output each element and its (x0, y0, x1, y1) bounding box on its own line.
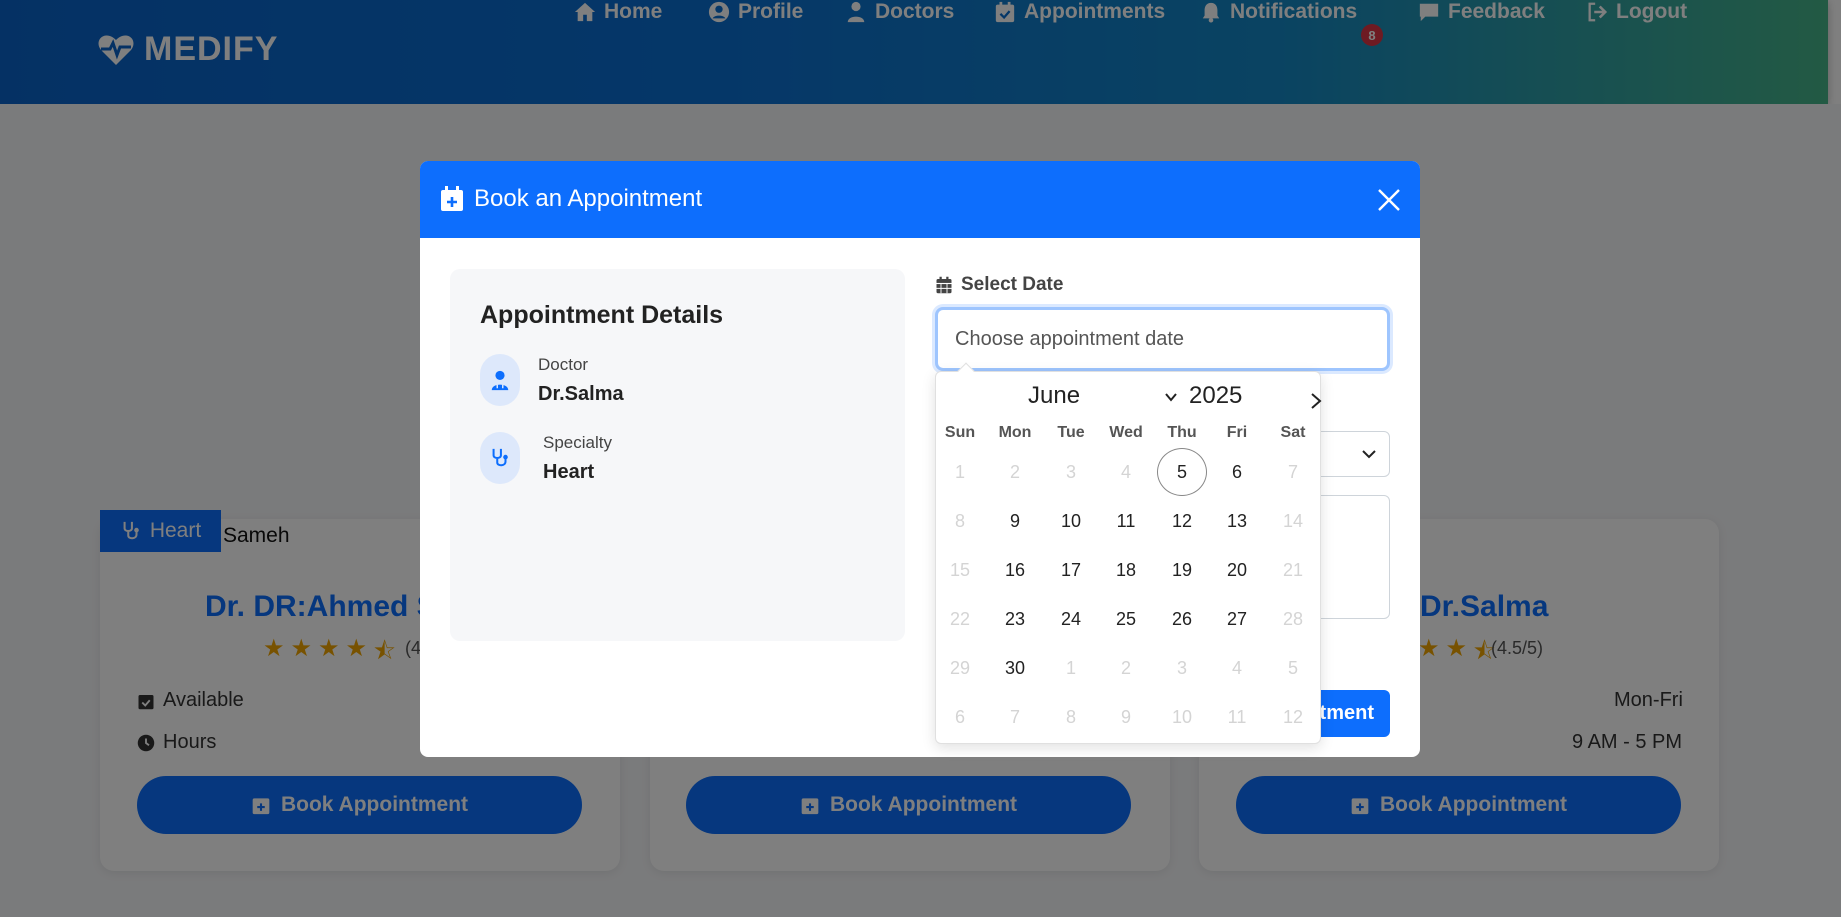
chevron-right-icon[interactable] (1308, 391, 1324, 411)
calendar-day[interactable]: 27 (1212, 595, 1262, 643)
calendar-day: 14 (1282, 510, 1304, 531)
weekday-header: Sat (1280, 424, 1306, 441)
calendar-day: 21 (1282, 559, 1304, 580)
close-button[interactable] (1376, 187, 1402, 213)
weekday-header: Tue (1057, 424, 1085, 441)
chevron-down-icon (1362, 450, 1376, 459)
calendar-day[interactable]: 13 (1212, 497, 1262, 545)
calendar-day: 5 (1287, 657, 1298, 678)
calendar-day[interactable]: 5 (1157, 448, 1207, 496)
calendar-day[interactable]: 9 (990, 497, 1040, 545)
calendar-day: 22 (949, 608, 971, 629)
modal-header: Book an Appointment (420, 161, 1420, 238)
calendar-day[interactable]: 6 (1212, 448, 1262, 496)
modal-title-text: Book an Appointment (474, 185, 703, 212)
calendar-day[interactable]: 19 (1157, 546, 1207, 594)
calendar-day: 4 (1120, 461, 1131, 482)
calendar-day: 8 (1065, 706, 1076, 727)
close-icon (1378, 189, 1400, 211)
calendar-day: 6 (954, 706, 965, 727)
weekday-header: Thu (1167, 424, 1197, 441)
calendar-day[interactable]: 20 (1212, 546, 1262, 594)
calendar-day[interactable]: 11 (1101, 497, 1151, 545)
calendar-day: 15 (949, 559, 971, 580)
specialty-value: Heart (543, 461, 595, 483)
calendar-day: 1 (1065, 657, 1076, 678)
calendar-day: 29 (949, 657, 971, 678)
calendar-day[interactable]: 30 (990, 644, 1040, 692)
calendar-day[interactable]: 26 (1157, 595, 1207, 643)
weekday-header: Fri (1226, 424, 1248, 441)
appointment-details-panel: Appointment Details Doctor Dr.Salma Spec… (450, 269, 905, 641)
select-date-label: Select Date (935, 274, 1063, 296)
details-title: Appointment Details (480, 301, 724, 329)
doctor-avatar (480, 354, 520, 406)
calendar-day[interactable]: 12 (1157, 497, 1207, 545)
calendar-plus-icon (441, 186, 463, 211)
book-appointment-modal: Book an Appointment Appointment Details … (420, 161, 1420, 757)
month-select[interactable]: June (1028, 382, 1080, 410)
calendar-day[interactable]: 18 (1101, 546, 1151, 594)
calendar-day: 9 (1120, 706, 1131, 727)
weekday-header: Sun (944, 424, 976, 441)
calendar-day: 7 (1287, 461, 1298, 482)
calendar-day: 11 (1227, 706, 1247, 727)
calendar-day: 28 (1282, 608, 1304, 629)
calendar-day: 10 (1171, 706, 1193, 727)
year-input[interactable]: 2025 (1189, 382, 1242, 410)
calendar-day[interactable]: 24 (1046, 595, 1096, 643)
calendar-day: 2 (1120, 657, 1131, 678)
specialty-avatar (480, 432, 520, 484)
calendar-day: 8 (954, 510, 965, 531)
calendar-day: 12 (1282, 706, 1304, 727)
calendar-day[interactable]: 17 (1046, 546, 1096, 594)
select-date-text: Select Date (961, 274, 1064, 295)
date-picker-calendar: June 2025 Sun Mon Tue Wed Thu Fri Sat 1 2 3 4 5 6 7 8 9… (935, 362, 1324, 744)
calendar-day: 1 (954, 461, 965, 482)
calendar-day: 7 (1009, 706, 1020, 727)
user-doctor-icon (491, 370, 509, 391)
calendar-day: 3 (1176, 657, 1187, 678)
calendar-day: 3 (1065, 461, 1076, 482)
calendar-day[interactable]: 23 (990, 595, 1040, 643)
chevron-down-icon[interactable] (1164, 390, 1178, 404)
calendar-day[interactable]: 25 (1101, 595, 1151, 643)
calendar-day: 2 (1009, 461, 1020, 482)
calendar-day[interactable]: 16 (990, 546, 1040, 594)
calendar-day[interactable]: 10 (1046, 497, 1096, 545)
calendar-icon (936, 276, 952, 294)
doctor-value: Dr.Salma (538, 383, 624, 405)
calendar-day: 4 (1231, 657, 1242, 678)
weekday-header: Mon (998, 424, 1032, 441)
stethoscope-icon (492, 448, 508, 467)
specialty-label: Specialty (543, 433, 612, 452)
doctor-label: Doctor (538, 355, 589, 374)
date-input[interactable]: Choose appointment date (935, 307, 1390, 371)
modal-title: Book an Appointment (440, 185, 702, 213)
weekday-header: Wed (1109, 424, 1143, 441)
